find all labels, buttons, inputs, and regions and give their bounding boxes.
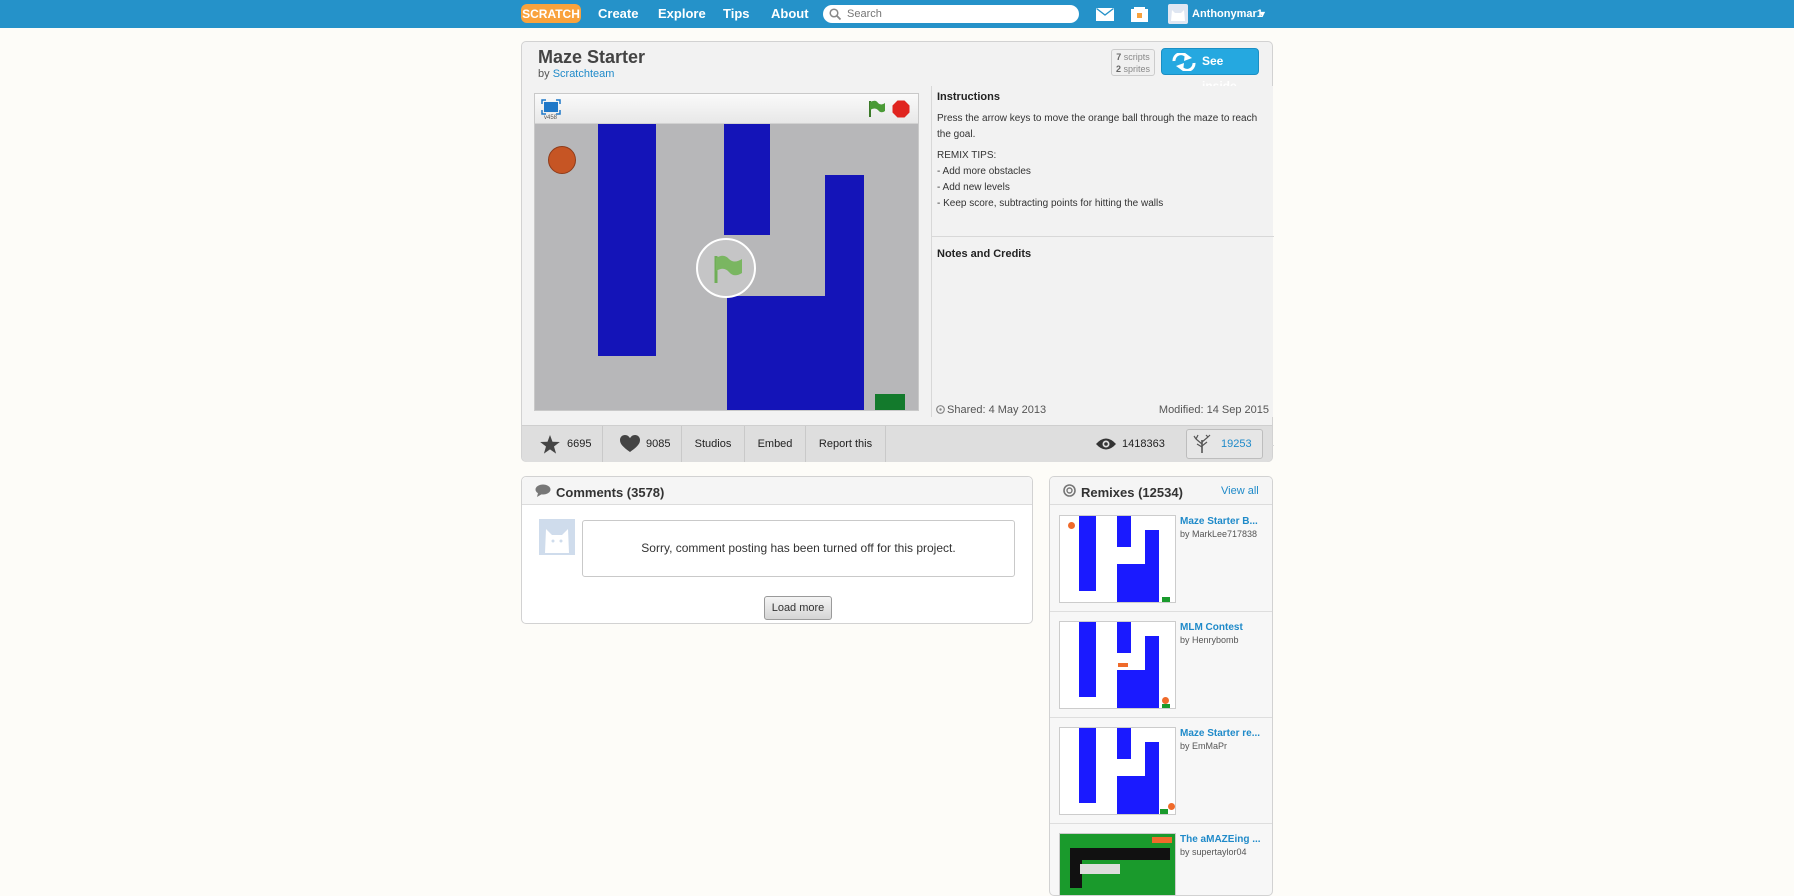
project-player: v458 [534, 93, 919, 411]
remix-title[interactable]: Maze Starter re... [1180, 728, 1268, 739]
remix-title[interactable]: MLM Contest [1180, 622, 1268, 633]
remix-tree-button[interactable]: 19253 [1186, 429, 1263, 459]
love-button[interactable]: 9085 [603, 426, 682, 462]
green-flag-icon [714, 255, 742, 283]
green-flag-icon[interactable] [868, 100, 886, 118]
modified-date: Modified: 14 Sep 2015 [1158, 404, 1269, 416]
remixes-title: Remixes (12534) [1081, 485, 1183, 500]
remix-item[interactable]: Maze Starter B... by MarkLee717838 [1050, 506, 1272, 612]
loves-count: 9085 [646, 438, 671, 450]
favorites-count: 6695 [567, 438, 592, 450]
messages-icon[interactable] [1096, 7, 1114, 26]
start-overlay-button[interactable] [696, 238, 756, 298]
maze-wall [727, 296, 864, 410]
nav-about[interactable]: About [771, 0, 809, 28]
remix-tip: - Keep score, subtracting points for hit… [937, 198, 1164, 209]
remix-icon [1063, 484, 1076, 497]
stop-icon[interactable] [892, 100, 910, 118]
eye-icon [1096, 438, 1116, 450]
instructions-heading: Instructions [937, 91, 1000, 103]
remix-tree-icon [1193, 434, 1211, 453]
by-prefix: by [538, 68, 550, 80]
project-panel: Maze Starter by Scratchteam 7 scripts 2 … [521, 41, 1274, 462]
remix-author: by supertaylor04 [1180, 847, 1247, 857]
remix-thumbnail[interactable] [1059, 515, 1176, 603]
search-icon [829, 8, 842, 21]
search-box [823, 5, 1079, 23]
username[interactable]: Anthonymar1 [1192, 0, 1263, 28]
remix-item[interactable]: MLM Contest by Henrybomb [1050, 612, 1272, 718]
nav-tips[interactable]: Tips [723, 0, 750, 28]
share-icon [936, 405, 945, 417]
project-byline: by Scratchteam [538, 68, 614, 80]
remix-item[interactable]: The aMAZEing ... by supertaylor04 [1050, 824, 1272, 895]
sprites-label: sprites [1123, 64, 1151, 74]
remix-author: by EmMaPr [1180, 741, 1228, 751]
see-inside-button[interactable]: See inside [1161, 48, 1259, 93]
maze-wall [598, 124, 656, 356]
scratch-logo[interactable]: SCRATCH [521, 4, 581, 23]
comments-disabled-notice: Sorry, comment posting has been turned o… [582, 520, 1015, 577]
remix-tip: - Add new levels [937, 182, 1010, 193]
commenter-avatar [539, 519, 575, 555]
report-button[interactable]: Report this [806, 426, 886, 462]
remix-author: by MarkLee717838 [1180, 529, 1258, 539]
favorite-button[interactable]: 6695 [522, 426, 603, 462]
embed-button[interactable]: Embed [745, 426, 806, 462]
remixes-count: 19253 [1221, 438, 1252, 450]
scripts-sprites-count: 7 scripts 2 sprites [1111, 49, 1155, 76]
logo-text: SCRATCH [522, 7, 580, 21]
remix-author: by Henrybomb [1180, 635, 1239, 645]
remixes-panel: Remixes (12534) View all Maze Starter B.… [1049, 476, 1273, 896]
player-controls: v458 [535, 94, 918, 124]
chevron-down-icon[interactable]: ▼ [1258, 8, 1267, 20]
remix-tips-heading: REMIX TIPS: [937, 150, 997, 161]
star-icon [540, 435, 560, 454]
sprites-count: 2 [1115, 64, 1121, 74]
heart-icon [620, 435, 640, 452]
remix-tip: - Add more obstacles [937, 166, 1031, 177]
nav-explore[interactable]: Explore [658, 0, 706, 28]
goal-sprite [875, 394, 905, 410]
remix-title[interactable]: Maze Starter B... [1180, 516, 1268, 527]
orange-ball-sprite [548, 146, 576, 174]
views-count: 1418363 [1122, 438, 1165, 450]
view-all-link[interactable]: View all [1221, 485, 1259, 497]
project-dates: Shared: 4 May 2013 Modified: 14 Sep 2015 [931, 404, 1273, 418]
scripts-label: scripts [1123, 52, 1150, 62]
remix-thumbnail[interactable] [1059, 621, 1176, 709]
remix-thumbnail[interactable] [1059, 833, 1176, 895]
scripts-count: 7 [1116, 52, 1122, 62]
comments-title: Comments (3578) [556, 485, 665, 500]
remix-arrows-icon [1172, 53, 1196, 71]
project-info-panel: Instructions Press the arrow keys to mov… [931, 86, 1274, 446]
shared-date: Shared: 4 May 2013 [947, 404, 1047, 416]
comments-header: Comments (3578) [522, 477, 1032, 505]
my-stuff-icon[interactable] [1131, 7, 1148, 27]
instructions-paragraph: Press the arrow keys to move the orange … [937, 113, 1258, 140]
comments-panel: Comments (3578) Sorry, comment posting h… [521, 476, 1033, 624]
remix-title[interactable]: The aMAZEing ... [1180, 834, 1268, 845]
project-stats-bar: 6695 9085 Studios Embed Report this 1418… [522, 425, 1272, 462]
author-link[interactable]: Scratchteam [553, 68, 615, 80]
user-avatar[interactable] [1168, 4, 1188, 24]
search-input[interactable] [847, 5, 1073, 23]
studios-button[interactable]: Studios [682, 426, 745, 462]
project-stage[interactable] [535, 124, 918, 410]
project-title: Maze Starter [538, 47, 646, 67]
fullscreen-icon[interactable] [541, 99, 561, 115]
remixes-header: Remixes (12534) View all [1050, 477, 1272, 505]
maze-wall [724, 124, 770, 235]
load-more-button[interactable]: Load more [764, 596, 832, 620]
remix-thumbnail[interactable] [1059, 727, 1176, 815]
notes-heading: Notes and Credits [937, 248, 1032, 260]
section-divider [932, 236, 1274, 237]
top-navigation-bar: SCRATCH Create Explore Tips About Anthon… [0, 0, 1794, 28]
nav-create[interactable]: Create [598, 0, 638, 28]
remix-item[interactable]: Maze Starter re... by EmMaPr [1050, 718, 1272, 824]
speech-bubble-icon [535, 484, 551, 497]
player-version: v458 [544, 115, 558, 121]
instructions-text: Press the arrow keys to move the orange … [937, 111, 1267, 212]
